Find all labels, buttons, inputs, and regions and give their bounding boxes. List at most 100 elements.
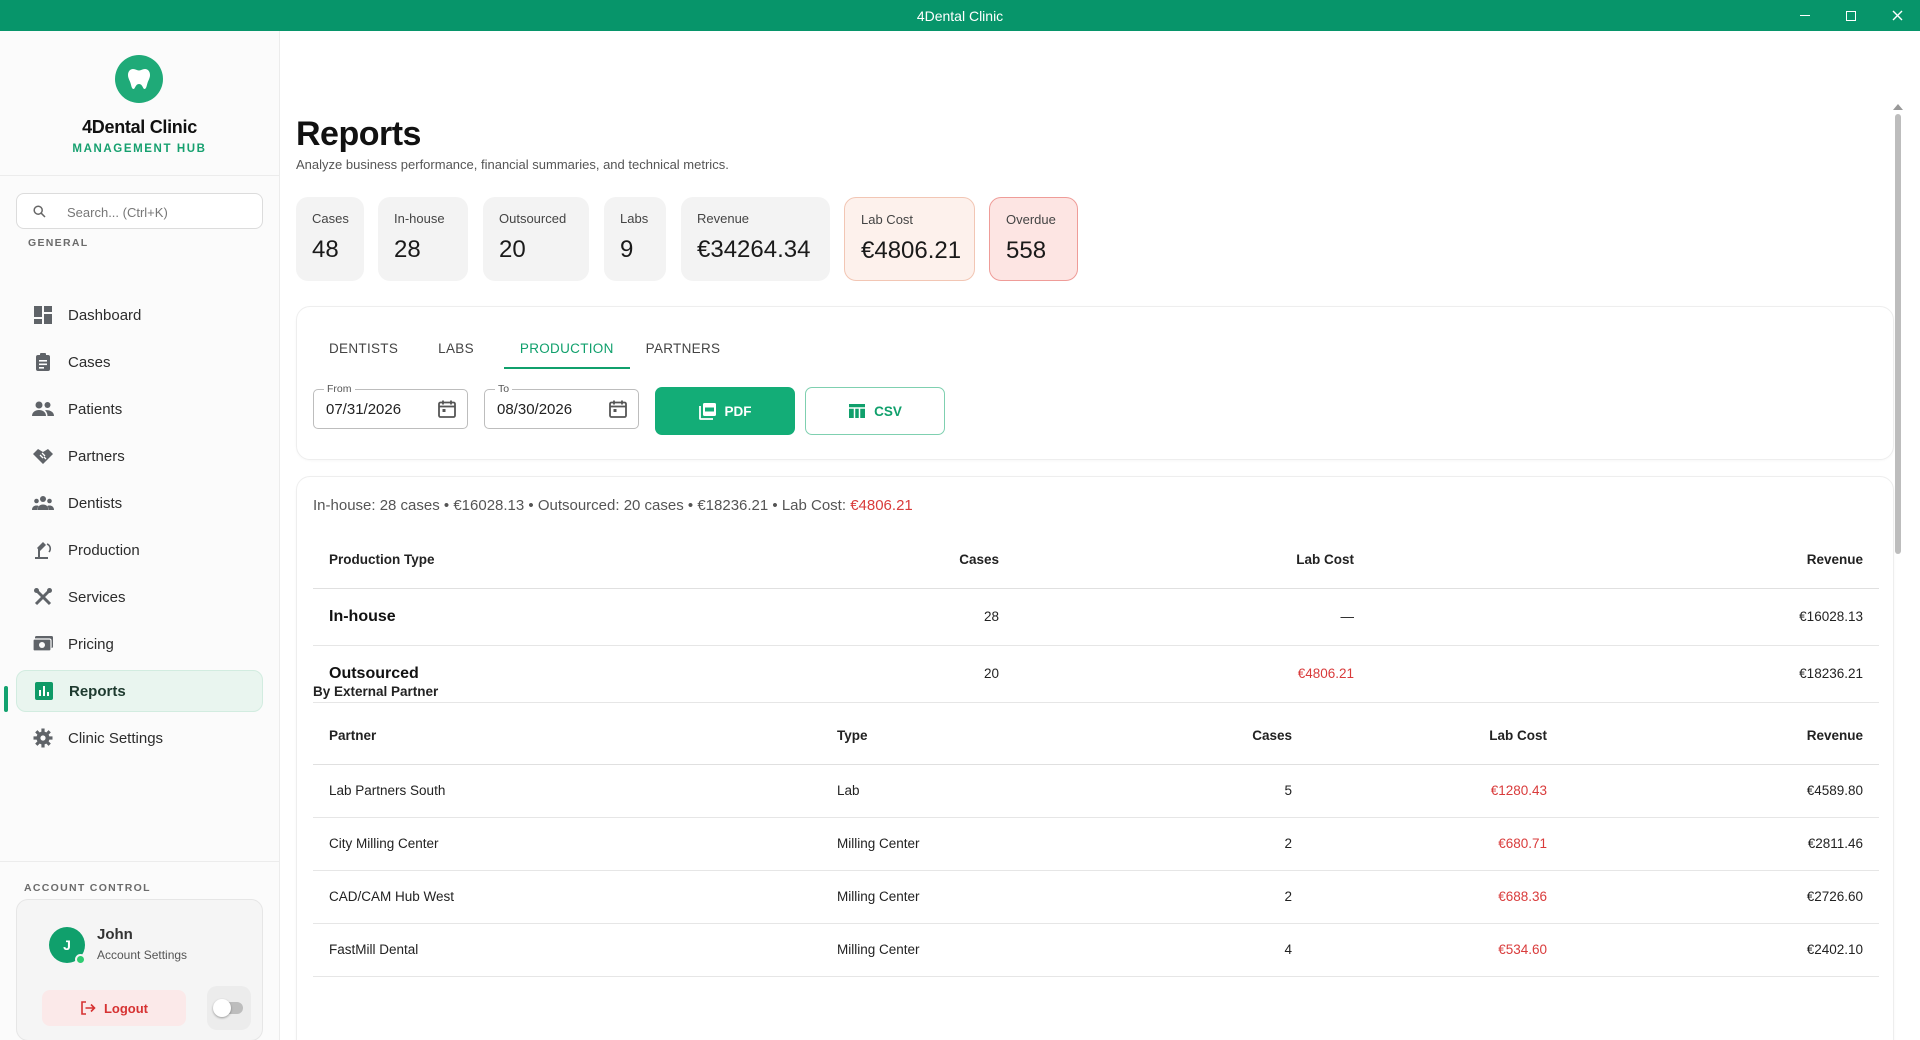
export-pdf-button[interactable]: PDF <box>655 387 795 435</box>
search-icon <box>33 205 46 218</box>
cases-cell: 2 <box>1105 817 1308 871</box>
column-header: Revenue <box>1563 708 1879 765</box>
sidebar-item-dentists[interactable]: Dentists <box>16 482 263 524</box>
export-csv-button[interactable]: CSV <box>805 387 945 435</box>
revenue-cell: €18236.21 <box>1370 645 1879 703</box>
table-row[interactable]: CAD/CAM Hub West Milling Center 2 €688.3… <box>313 870 1879 924</box>
stat-label: In-house <box>394 211 445 226</box>
stat-value: 28 <box>394 236 421 263</box>
divider <box>0 861 279 862</box>
report-data-card: In-house: 28 cases • €16028.13 • Outsour… <box>296 476 1894 1040</box>
stat-card-outsourced: Outsourced 20 <box>483 197 589 281</box>
revenue-cell: €2811.46 <box>1563 817 1879 871</box>
calendar-icon[interactable] <box>437 399 457 419</box>
tab-partners[interactable]: PARTNERS <box>630 327 737 369</box>
lab-cost-cell: €1280.43 <box>1308 764 1563 818</box>
type-cell: Milling Center <box>821 870 1105 924</box>
main-scrollbar[interactable] <box>1895 114 1901 554</box>
pdf-file-icon <box>698 403 716 420</box>
column-header: Lab Cost <box>1308 708 1563 765</box>
maximize-button[interactable] <box>1828 0 1874 31</box>
search-input[interactable] <box>67 202 247 222</box>
gear-icon <box>32 727 54 749</box>
partners-section-title: By External Partner <box>313 684 439 699</box>
close-button[interactable] <box>1874 0 1920 31</box>
theme-toggle[interactable] <box>207 986 251 1030</box>
column-header: Partner <box>313 708 821 765</box>
page-subtitle: Analyze business performance, financial … <box>296 157 729 172</box>
production-type-cell: In-house <box>313 588 783 646</box>
tools-icon <box>32 586 54 608</box>
account-settings-link[interactable]: Account Settings <box>97 948 187 962</box>
brand-header: 4Dental Clinic MANAGEMENT HUB <box>0 31 279 176</box>
from-date-field[interactable]: From 07/31/2026 <box>313 383 468 429</box>
pdf-label: PDF <box>724 403 752 419</box>
type-cell: Milling Center <box>821 817 1105 871</box>
sidebar-item-label: Dashboard <box>68 306 142 324</box>
cases-cell: 20 <box>783 645 1015 703</box>
table-row[interactable]: FastMill Dental Milling Center 4 €534.60… <box>313 923 1879 977</box>
sidebar-item-pricing[interactable]: Pricing <box>16 623 263 665</box>
account-name[interactable]: John <box>97 926 133 943</box>
revenue-cell: €4589.80 <box>1563 764 1879 818</box>
account-section-label: ACCOUNT CONTROL <box>24 882 151 894</box>
sidebar-item-production[interactable]: Production <box>16 529 263 571</box>
column-header: Lab Cost <box>1015 532 1370 589</box>
sidebar-item-dashboard[interactable]: Dashboard <box>16 294 263 336</box>
lab-cost-cell: — <box>1015 588 1370 646</box>
sidebar-item-services[interactable]: Services <box>16 576 263 618</box>
report-tabs: DENTISTS LABS PRODUCTION PARTNERS <box>313 327 736 369</box>
partner-cell: CAD/CAM Hub West <box>313 870 821 924</box>
from-date-value[interactable]: 07/31/2026 <box>326 401 401 418</box>
stat-value: 9 <box>620 236 634 263</box>
tab-labs[interactable]: LABS <box>422 327 490 369</box>
stat-card-in-house: In-house 28 <box>378 197 468 281</box>
external-partner-table: Partner Type Cases Lab Cost Revenue Lab … <box>313 708 1879 977</box>
table-row[interactable]: Outsourced 20 €4806.21 €18236.21 <box>313 645 1879 703</box>
active-nav-indicator <box>4 686 8 712</box>
to-date-field[interactable]: To 08/30/2026 <box>484 383 639 429</box>
search-box[interactable] <box>16 193 263 229</box>
tab-dentists[interactable]: DENTISTS <box>313 327 414 369</box>
stat-card-labs: Labs 9 <box>604 197 666 281</box>
stat-label: Outsourced <box>499 211 567 226</box>
logout-icon <box>81 1001 96 1015</box>
window-title: 4Dental Clinic <box>916 8 1004 24</box>
tooth-logo-icon <box>115 55 163 103</box>
sidebar-item-partners[interactable]: Partners <box>16 435 263 477</box>
sidebar-item-reports[interactable]: Reports <box>16 670 263 712</box>
window-titlebar: 4Dental Clinic <box>0 0 1920 31</box>
stat-card-overdue: Overdue 558 <box>989 197 1078 281</box>
sidebar-item-patients[interactable]: Patients <box>16 388 263 430</box>
stat-value: 558 <box>1006 237 1047 264</box>
table-row[interactable]: City Milling Center Milling Center 2 €68… <box>313 817 1879 871</box>
sidebar-item-label: Reports <box>69 682 126 700</box>
lab-cost-cell: €688.36 <box>1308 870 1563 924</box>
to-date-label: To <box>495 383 513 395</box>
sidebar-item-label: Cases <box>68 353 111 371</box>
table-row[interactable]: Lab Partners South Lab 5 €1280.43 €4589.… <box>313 764 1879 818</box>
brand-name: 4Dental Clinic <box>82 117 197 137</box>
brand-subtitle: MANAGEMENT HUB <box>72 143 207 155</box>
sidebar-item-cases[interactable]: Cases <box>16 341 263 383</box>
scroll-up-arrow-icon[interactable] <box>1893 104 1903 110</box>
lab-cost-cell: €680.71 <box>1308 817 1563 871</box>
sidebar-item-clinic-settings[interactable]: Clinic Settings <box>16 717 263 759</box>
table-header-row: Production Type Cases Lab Cost Revenue <box>313 532 1879 589</box>
toggle-switch-icon <box>213 999 243 1017</box>
column-header: Cases <box>783 532 1015 589</box>
from-date-label: From <box>324 383 355 395</box>
tab-production[interactable]: PRODUCTION <box>503 327 630 369</box>
logout-button[interactable]: Logout <box>42 990 186 1026</box>
calendar-icon[interactable] <box>608 399 628 419</box>
to-date-value[interactable]: 08/30/2026 <box>497 401 572 418</box>
cases-cell: 2 <box>1105 870 1308 924</box>
minimize-button[interactable] <box>1782 0 1828 31</box>
sidebar-item-label: Dentists <box>68 494 123 512</box>
revenue-cell: €2726.60 <box>1563 870 1879 924</box>
table-row[interactable]: In-house 28 — €16028.13 <box>313 588 1879 646</box>
lab-cost-cell: €534.60 <box>1308 923 1563 977</box>
nav-section-label: GENERAL <box>28 237 89 249</box>
sidebar: 4Dental Clinic MANAGEMENT HUB GENERAL Da… <box>0 31 280 1040</box>
partner-cell: Lab Partners South <box>313 764 821 818</box>
